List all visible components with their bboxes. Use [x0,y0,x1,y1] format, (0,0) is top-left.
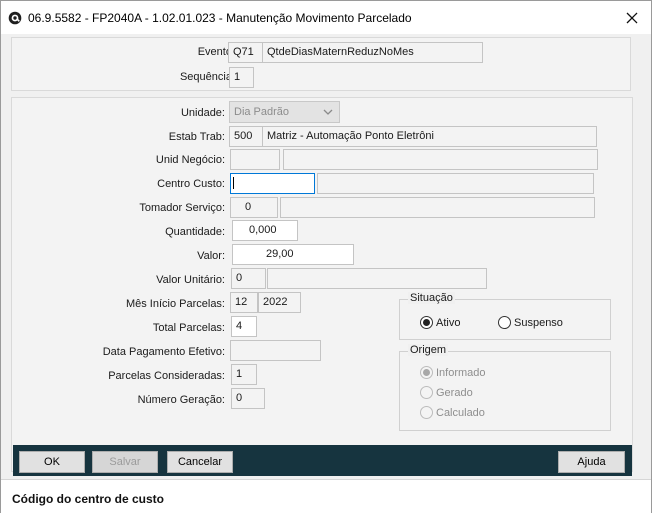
radio-calculado[interactable]: Calculado [420,406,485,419]
origem-group: Origem Informado Gerado Calculado [399,344,611,431]
radio-informado-dot [420,366,433,379]
cancelar-button[interactable]: Cancelar [167,451,233,473]
valor-label: Valor: [197,250,225,262]
estab-label: Estab Trab: [168,131,225,143]
unid-negocio-code-field[interactable] [230,149,280,170]
valor-unitario-label: Valor Unitário: [156,274,225,286]
valor-unitario-desc-field[interactable] [267,268,487,289]
numero-geracao-field[interactable]: 0 [231,388,265,409]
status-bar: Código do centro de custo [1,479,651,513]
radio-calculado-label: Calculado [436,406,485,419]
radio-ativo[interactable]: Ativo [420,316,460,329]
parcelas-consideradas-label: Parcelas Consideradas: [108,370,225,382]
tomador-code-field[interactable]: 0 [230,197,278,218]
totvs-logo-icon [8,11,22,25]
estab-code-field[interactable]: 500 [229,126,263,147]
sequencia-field[interactable]: 1 [229,67,254,88]
valor-field[interactable]: 29,00 [232,244,354,265]
title-bar: 06.9.5582 - FP2040A - 1.02.01.023 - Manu… [1,1,651,34]
data-pagamento-label: Data Pagamento Efetivo: [102,346,225,358]
quantidade-label: Quantidade: [165,226,225,238]
origem-title: Origem [408,344,449,356]
text-caret [233,177,234,190]
quantidade-field[interactable]: 0,000 [232,220,298,241]
total-parcelas-label: Total Parcelas: [152,322,225,334]
situacao-group: Situação Ativo Suspenso [399,292,611,340]
unidade-select[interactable]: Dia Padrão [229,101,340,123]
radio-informado-label: Informado [436,366,486,379]
tomador-desc-field[interactable] [280,197,595,218]
centro-custo-desc-field[interactable] [317,173,594,194]
button-bar: OK Salvar Cancelar Ajuda [13,445,632,476]
tomador-label: Tomador Serviço: [139,202,225,214]
radio-gerado-dot [420,386,433,399]
valor-unitario-field[interactable]: 0 [231,268,266,289]
centro-custo-label: Centro Custo: [157,178,225,190]
dialog-body: Evento: Q71 QtdeDiasMaternReduzNoMes Seq… [1,34,651,479]
radio-ativo-label: Ativo [436,316,461,329]
radio-suspenso[interactable]: Suspenso [498,316,563,329]
dialog-window: 06.9.5582 - FP2040A - 1.02.01.023 - Manu… [0,0,652,513]
window-title: 06.9.5582 - FP2040A - 1.02.01.023 - Manu… [28,11,412,25]
evento-code-field[interactable]: Q71 [228,42,263,63]
unid-negocio-desc-field[interactable] [283,149,598,170]
estab-desc-field[interactable]: Matriz - Automação Ponto Eletrôni [262,126,597,147]
ajuda-button[interactable]: Ajuda [558,451,625,473]
mes-inicio-month-field[interactable]: 12 [230,292,258,313]
parcelas-consideradas-field[interactable]: 1 [231,364,257,385]
mes-inicio-year-field[interactable]: 2022 [258,292,301,313]
mes-inicio-label: Mês Início Parcelas: [125,298,225,310]
sequencia-label: Sequência: [179,71,235,83]
event-panel: Evento: Q71 QtdeDiasMaternReduzNoMes Seq… [11,37,631,91]
main-panel: Unidade: Dia Padrão Estab Trab: 500 Matr… [11,97,633,472]
radio-calculado-dot [420,406,433,419]
situacao-title: Situação [408,292,455,304]
chevron-down-icon [323,109,333,115]
radio-informado[interactable]: Informado [420,366,486,379]
status-text: Código do centro de custo [12,492,164,506]
salvar-button[interactable]: Salvar [92,451,158,473]
data-pagamento-field[interactable] [230,340,321,361]
numero-geracao-label: Número Geração: [137,394,225,406]
radio-gerado[interactable]: Gerado [420,386,473,399]
radio-ativo-dot [420,316,433,329]
centro-custo-code-field[interactable] [230,173,315,194]
ok-button[interactable]: OK [19,451,85,473]
evento-desc-field[interactable]: QtdeDiasMaternReduzNoMes [262,42,483,63]
unidade-value: Dia Padrão [234,106,290,118]
unid-negocio-label: Unid Negócio: [155,154,225,166]
radio-suspenso-label: Suspenso [514,316,563,329]
close-icon[interactable] [621,7,643,29]
unidade-label: Unidade: [180,107,225,119]
radio-gerado-label: Gerado [436,386,473,399]
total-parcelas-field[interactable]: 4 [231,316,257,337]
radio-suspenso-dot [498,316,511,329]
